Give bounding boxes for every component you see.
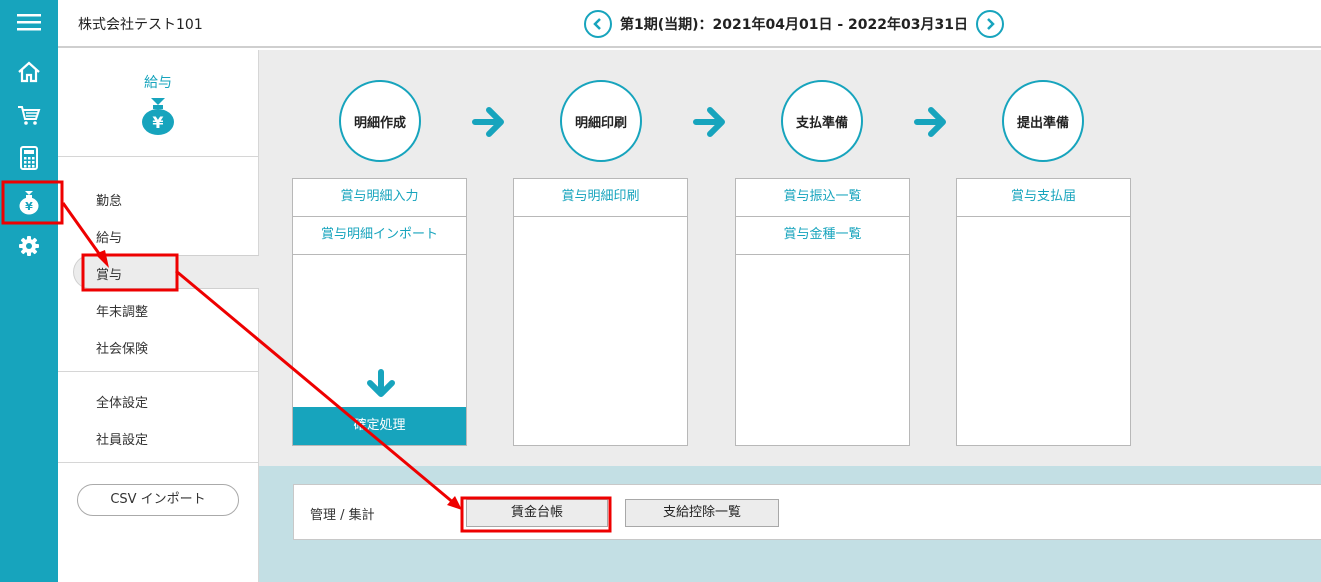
management-label: 管理 / 集計: [310, 508, 375, 523]
menu-divider: [58, 462, 258, 463]
menu-item-attendance[interactable]: 勤怠: [96, 190, 122, 209]
home-button[interactable]: [0, 52, 58, 92]
step-submission-prep: 提出準備: [1002, 80, 1084, 162]
svg-text:¥: ¥: [152, 113, 163, 132]
accounting-button[interactable]: [0, 138, 58, 178]
csv-import-button[interactable]: CSV インポート: [77, 484, 239, 516]
link-bonus-statement-entry[interactable]: 賞与明細入力: [293, 179, 466, 217]
arrow-right-icon: [472, 107, 504, 137]
step-create-statements: 明細作成: [339, 80, 421, 162]
sales-button[interactable]: [0, 95, 58, 135]
payroll-button[interactable]: ¥: [0, 182, 58, 222]
calculator-icon: [20, 146, 38, 170]
period-selector: 第1期(当期)：2021年04月01日 - 2022年03月31日: [584, 9, 1004, 39]
arrow-right-icon: [693, 107, 725, 137]
next-period-button[interactable]: [975, 10, 1004, 38]
settings-button[interactable]: [0, 226, 58, 266]
link-bonus-payment-report[interactable]: 賞与支払届: [957, 179, 1130, 217]
menu-item-salary[interactable]: 給与: [96, 227, 122, 246]
main-panel: 明細作成 明細印刷 支払準備 提出準備 賞与明細入力 賞与明細インポート 確定処…: [259, 50, 1321, 582]
link-bonus-statement-import[interactable]: 賞与明細インポート: [293, 217, 466, 255]
card-submission-prep: 賞与支払届: [956, 178, 1131, 446]
link-bonus-denomination-list[interactable]: 賞与金種一覧: [736, 217, 909, 255]
menu-item-employee-settings[interactable]: 社員設定: [96, 429, 148, 448]
hamburger-menu-button[interactable]: [0, 2, 58, 42]
menu-icon: [17, 14, 41, 31]
link-bonus-statement-print[interactable]: 賞与明細印刷: [514, 179, 687, 217]
step-print-statements: 明細印刷: [560, 80, 642, 162]
company-name: 株式会社テスト101: [78, 17, 203, 33]
menu-item-social-insurance[interactable]: 社会保険: [96, 338, 148, 357]
previous-period-button[interactable]: [584, 10, 612, 38]
step-payment-prep: 支払準備: [781, 80, 863, 162]
gear-icon: [19, 236, 39, 256]
cart-icon: [18, 106, 41, 125]
icon-rail: ¥: [0, 0, 58, 582]
confirm-process-button[interactable]: 確定処理: [293, 407, 466, 445]
chevron-left-icon: [593, 18, 601, 30]
menu-divider: [58, 371, 258, 372]
link-bonus-transfer-list[interactable]: 賞与振込一覧: [736, 179, 909, 217]
menu-title: 給与: [144, 75, 172, 91]
top-header: 株式会社テスト101 第1期(当期)：2021年04月01日 - 2022年03…: [58, 0, 1321, 48]
wage-ledger-button[interactable]: 賃金台帳: [466, 499, 608, 527]
menu-divider: [58, 156, 258, 157]
card-create-statements: 賞与明細入力 賞与明細インポート 確定処理: [292, 178, 467, 446]
arrow-right-icon: [914, 107, 946, 137]
menu-item-general-settings[interactable]: 全体設定: [96, 392, 148, 411]
chevron-right-icon: [987, 18, 995, 30]
money-bag-icon: ¥: [142, 98, 174, 135]
card-payment-prep: 賞与振込一覧 賞与金種一覧: [735, 178, 910, 446]
svg-text:¥: ¥: [25, 200, 33, 213]
management-bar: 管理 / 集計 賃金台帳 支給控除一覧: [293, 484, 1321, 540]
payment-deduction-list-button[interactable]: 支給控除一覧: [625, 499, 779, 527]
money-bag-icon: ¥: [19, 191, 39, 215]
menu-item-year-end-adjustment[interactable]: 年末調整: [96, 301, 148, 320]
management-area: 管理 / 集計 賃金台帳 支給控除一覧: [259, 466, 1321, 582]
period-text: 第1期(当期)：2021年04月01日 - 2022年03月31日: [620, 17, 968, 33]
side-menu: 給与 ¥ 勤怠 給与 賞与 年末調整 社会保険 全体設定 社員設定 CSV イン…: [58, 50, 259, 582]
card-print-statements: 賞与明細印刷: [513, 178, 688, 446]
menu-item-bonus[interactable]: 賞与: [96, 264, 122, 283]
home-icon: [18, 61, 40, 83]
arrow-down-icon: [367, 369, 395, 397]
